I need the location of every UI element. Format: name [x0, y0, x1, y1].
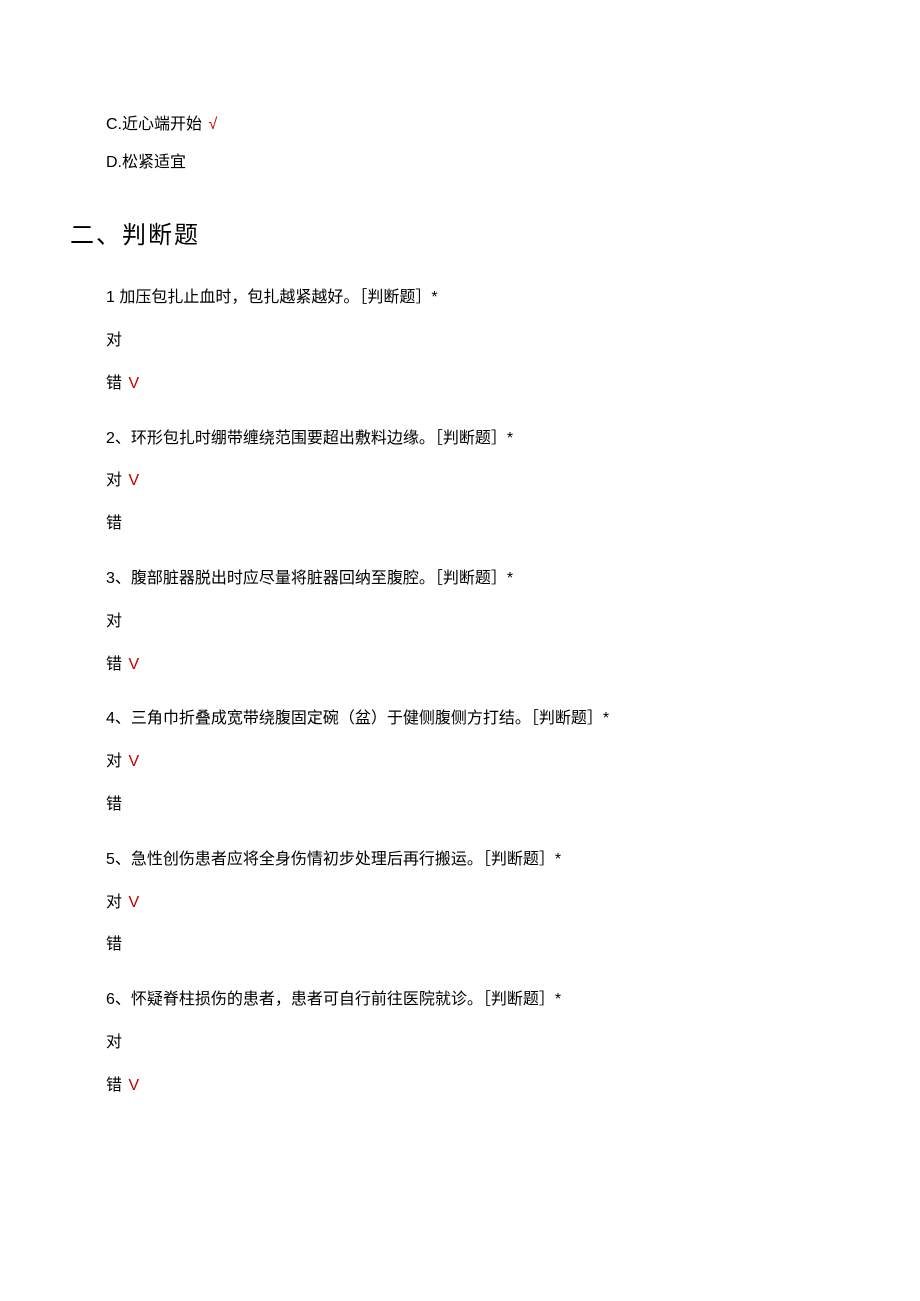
tf-choice-false: 错 — [106, 791, 830, 820]
check-icon: V — [128, 894, 139, 911]
choice-label: 对 — [106, 753, 122, 770]
option-label: C.近心端开始 — [106, 116, 202, 133]
choice-label: 对 — [106, 472, 122, 489]
tf-choice-true: 对 — [106, 1029, 830, 1058]
tf-question-6: 6、怀疑脊柱损伤的患者，患者可自行前往医院就诊。［判断题］* — [106, 986, 830, 1015]
choice-label: 错 — [106, 515, 122, 532]
section-heading: 二、判断题 — [70, 215, 830, 250]
mc-option-d: D.松紧适宜 — [106, 150, 830, 176]
tf-choice-false: 错 V — [106, 1072, 830, 1101]
choice-label: 错 — [106, 796, 122, 813]
tf-choice-false: 错 — [106, 510, 830, 539]
choice-label: 对 — [106, 1034, 122, 1051]
check-icon: √ — [208, 116, 217, 133]
choice-label: 对 — [106, 894, 122, 911]
tf-question-5: 5、急性创伤患者应将全身伤情初步处理后再行搬运。［判断题］* — [106, 846, 830, 875]
tf-choice-true: 对 — [106, 608, 830, 637]
check-icon: V — [128, 472, 139, 489]
choice-label: 错 — [106, 656, 122, 673]
tf-choice-false: 错 — [106, 931, 830, 960]
check-icon: V — [128, 375, 139, 392]
choice-label: 错 — [106, 375, 122, 392]
document-page: C.近心端开始 √ D.松紧适宜 二、判断题 1 加压包扎止血时，包扎越紧越好。… — [0, 0, 920, 1175]
choice-label: 错 — [106, 936, 122, 953]
check-icon: V — [128, 753, 139, 770]
option-label: D.松紧适宜 — [106, 154, 186, 171]
tf-question-2: 2、环形包扎时绷带缠绕范围要超出敷料边缘。［判断题］* — [106, 425, 830, 454]
mc-option-c: C.近心端开始 √ — [106, 112, 830, 138]
check-icon: V — [128, 1077, 139, 1094]
tf-choice-true: 对 V — [106, 748, 830, 777]
tf-question-1: 1 加压包扎止血时，包扎越紧越好。［判断题］* — [106, 284, 830, 313]
choice-label: 错 — [106, 1077, 122, 1094]
choice-label: 对 — [106, 332, 122, 349]
tf-choice-true: 对 V — [106, 467, 830, 496]
tf-question-3: 3、腹部脏器脱出时应尽量将脏器回纳至腹腔。［判断题］* — [106, 565, 830, 594]
tf-choice-true: 对 V — [106, 889, 830, 918]
tf-choice-false: 错 V — [106, 370, 830, 399]
check-icon: V — [128, 656, 139, 673]
tf-choice-true: 对 — [106, 327, 830, 356]
tf-choice-false: 错 V — [106, 651, 830, 680]
choice-label: 对 — [106, 613, 122, 630]
tf-question-4: 4、三角巾折叠成宽带绕腹固定碗（盆）于健侧腹侧方打结。［判断题］* — [106, 705, 830, 734]
